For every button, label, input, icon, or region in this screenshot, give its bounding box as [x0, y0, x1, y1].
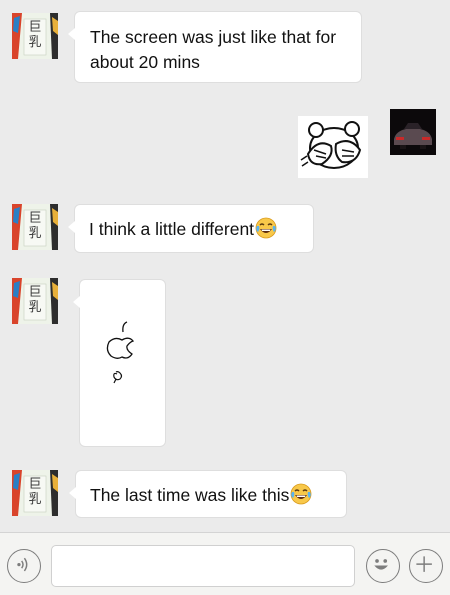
- message-bubble[interactable]: I think a little different: [68, 204, 314, 253]
- contact-avatar[interactable]: 巨 乳: [12, 278, 58, 324]
- voice-button[interactable]: [7, 549, 41, 583]
- avatar-text-2: 乳: [28, 35, 42, 50]
- plus-icon: [416, 556, 432, 572]
- self-avatar[interactable]: [390, 109, 436, 155]
- smiley-icon: [374, 559, 388, 570]
- avatar-text-2: 乳: [28, 300, 42, 315]
- message-input[interactable]: [51, 545, 355, 587]
- input-toolbar: [0, 532, 450, 595]
- voice-icon: [17, 557, 28, 572]
- apple-doodle-image: [106, 321, 135, 384]
- image-message-bubble[interactable]: [73, 279, 166, 447]
- contact-avatar[interactable]: 巨 乳: [12, 204, 58, 250]
- contact-avatar[interactable]: 巨 乳: [12, 13, 58, 59]
- message-text: The screen was just like that for about …: [90, 27, 337, 72]
- cover-eyes-sticker[interactable]: [298, 116, 368, 178]
- laughing-tears-emoji-icon: [290, 483, 312, 505]
- avatar-text-1: 巨: [28, 477, 42, 492]
- avatar-text-2: 乳: [28, 492, 42, 507]
- avatar-text-1: 巨: [28, 211, 42, 226]
- message-bubble[interactable]: The last time was like this: [69, 470, 347, 518]
- message-bubble[interactable]: The screen was just like that for about …: [68, 11, 362, 83]
- contact-avatar[interactable]: 巨 乳: [12, 470, 58, 516]
- avatar-text-2: 乳: [28, 226, 42, 241]
- laughing-tears-emoji-icon: [255, 217, 277, 239]
- more-button[interactable]: [409, 549, 443, 583]
- message-text: The last time was like this: [90, 485, 290, 505]
- emoji-button[interactable]: [366, 549, 400, 583]
- car-photo: [390, 109, 436, 155]
- avatar-text-1: 巨: [28, 20, 42, 35]
- avatar-text-1: 巨: [28, 285, 42, 300]
- message-text: I think a little different: [89, 219, 255, 239]
